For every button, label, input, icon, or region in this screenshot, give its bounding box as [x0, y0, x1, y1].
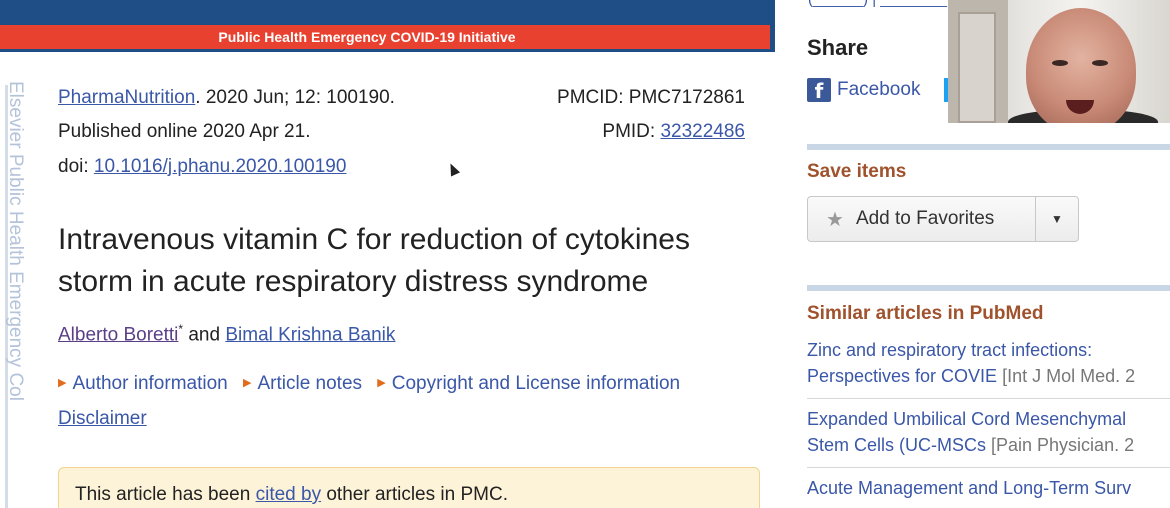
initiative-banner[interactable]: Public Health Emergency COVID-19 Initiat…: [0, 25, 770, 49]
author-link-2[interactable]: Bimal Krishna Banik: [225, 324, 395, 345]
similar-article-link[interactable]: Acute Management and Long-Term Surv: [807, 475, 1170, 501]
similar-article-link[interactable]: Zinc and respiratory tract infections: P…: [807, 337, 1170, 389]
article-title-line2: storm in acute respiratory distress synd…: [58, 265, 649, 298]
pmid-label: PMID:: [602, 121, 661, 142]
article-title-line1: Intravenous vitamin C for reduction of c…: [58, 223, 690, 256]
disclaimer-link[interactable]: Disclaimer: [58, 408, 147, 430]
journal-link[interactable]: PharmaNutrition: [58, 87, 195, 108]
favorites-dropdown-button[interactable]: ▼: [1036, 197, 1078, 241]
similar-articles-heading: Similar articles in PubMed: [807, 303, 1044, 324]
add-to-favorites-button[interactable]: ★ Add to Favorites: [808, 197, 1036, 241]
webcam-door: [958, 12, 996, 123]
similar-article-source: [Int J Mol Med. 2: [997, 366, 1136, 386]
list-divider: [807, 398, 1170, 399]
webcam-eye: [1092, 60, 1108, 66]
similar-article-link[interactable]: Expanded Umbilical Cord Mesenchymal Stem…: [807, 406, 1170, 458]
cited-by-suffix: other articles in PMC.: [321, 484, 508, 505]
doi-link[interactable]: 10.1016/j.phanu.2020.100190: [94, 156, 347, 177]
webcam-presenter-face: [1026, 8, 1136, 123]
pmid-line: PMID: 32322486: [602, 121, 745, 143]
section-divider: [807, 144, 1170, 150]
triangle-right-icon: ▶: [58, 377, 67, 389]
author-separator: and: [183, 324, 226, 346]
pmid-link[interactable]: 32322486: [660, 121, 745, 142]
star-icon: ★: [826, 208, 844, 231]
copyright-license-toggle[interactable]: ▶ Copyright and License information: [377, 373, 680, 394]
mouse-cursor: [445, 161, 461, 177]
webcam-mouth: [1066, 100, 1094, 114]
webcam-overlay: [948, 0, 1170, 123]
top-right-links[interactable]: (______) | ________: [808, 0, 947, 8]
facebook-icon: f: [807, 78, 831, 103]
triangle-right-icon: ▶: [243, 377, 252, 389]
caret-down-icon: ▼: [1051, 212, 1063, 226]
cited-by-notice: This article has been cited by other art…: [58, 467, 760, 508]
author-link-1[interactable]: Alberto Boretti: [58, 324, 178, 345]
author-information-toggle[interactable]: ▶ Author information: [58, 373, 228, 394]
webcam-eye: [1052, 60, 1068, 66]
citation-details: . 2020 Jun; 12: 100190.: [195, 87, 395, 108]
add-to-favorites-label: Add to Favorites: [855, 208, 995, 229]
article-notes-toggle[interactable]: ▶ Article notes: [243, 373, 362, 394]
section-divider: [807, 285, 1170, 291]
collection-side-tab-label[interactable]: Elsevier Public Health Emergency Col: [4, 81, 26, 508]
pmcid: PMCID: PMC7172861: [557, 87, 745, 108]
doi-label: doi:: [58, 156, 94, 177]
save-items-heading: Save items: [807, 161, 907, 182]
similar-article-source: [Pain Physician. 2: [986, 435, 1135, 455]
list-divider: [807, 467, 1170, 468]
share-heading: Share: [807, 35, 869, 60]
article-info-links: ▶ Author information ▶ Article notes ▶ Copy…: [58, 373, 690, 395]
citation-line: PharmaNutrition. 2020 Jun; 12: 100190.: [58, 87, 395, 109]
facebook-share-button[interactable]: f Facebook: [807, 78, 921, 103]
published-date: Published online 2020 Apr 21.: [58, 121, 311, 142]
cited-by-prefix: This article has been: [75, 484, 256, 505]
author-list: Alberto Boretti* and Bimal Krishna Banik: [58, 322, 395, 346]
cited-by-link[interactable]: cited by: [256, 484, 321, 505]
article-title: Intravenous vitamin C for reduction of c…: [58, 219, 758, 303]
facebook-label: Facebook: [837, 79, 921, 100]
triangle-right-icon: ▶: [377, 377, 386, 389]
doi-line: doi: 10.1016/j.phanu.2020.100190: [58, 156, 346, 178]
initiative-banner-text: Public Health Emergency COVID-19 Initiat…: [218, 29, 516, 45]
favorites-split-button: ★ Add to Favorites ▼: [807, 196, 1079, 242]
